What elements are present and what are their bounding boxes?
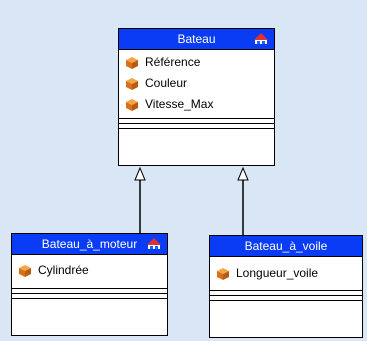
class-name: Bateau_à_voile [244,239,328,253]
cube-icon [126,99,138,111]
class-header[interactable]: Bateau_à_moteur [12,234,167,255]
attribute-name: Vitesse_Max [145,97,214,111]
cube-icon [126,78,138,90]
class-bateau[interactable]: Bateau Référence Couleur Vitesse_Max [118,28,275,166]
attribute-compartment: Référence Couleur Vitesse_Max [119,50,274,115]
class-bateau-a-moteur[interactable]: Bateau_à_moteur Cylindrée [11,233,168,336]
inheritance-arrow-voile [237,166,249,181]
class-name: Bateau_à_moteur [41,237,138,251]
class-header[interactable]: Bateau_à_voile [210,236,362,257]
cube-icon [19,265,31,277]
attribute-name: Référence [145,55,201,69]
attribute-row[interactable]: Cylindrée [12,260,167,281]
class-header[interactable]: Bateau [119,29,274,50]
class-bateau-a-voile[interactable]: Bateau_à_voile Longueur_voile [209,235,363,338]
compartment-separator [210,300,362,301]
attribute-compartment: Cylindrée [12,255,167,281]
attribute-name: Cylindrée [38,263,89,277]
class-stereotype-icon [147,238,161,249]
class-name: Bateau [177,32,216,46]
attribute-row[interactable]: Vitesse_Max [119,94,274,115]
diagram-canvas[interactable]: Bateau Référence Couleur Vitesse_Max Bat… [0,0,367,341]
attribute-row[interactable]: Référence [119,52,274,73]
cube-icon [126,57,138,69]
attribute-row[interactable]: Longueur_voile [210,263,362,284]
attribute-compartment: Longueur_voile [210,257,362,284]
attribute-name: Couleur [145,76,188,90]
attribute-name: Longueur_voile [236,266,319,280]
cube-icon [217,268,229,280]
attribute-row[interactable]: Couleur [119,73,274,94]
inheritance-arrow-moteur [134,166,146,181]
compartment-separator [12,298,167,299]
compartment-separator [119,128,274,129]
class-stereotype-icon [254,33,268,44]
